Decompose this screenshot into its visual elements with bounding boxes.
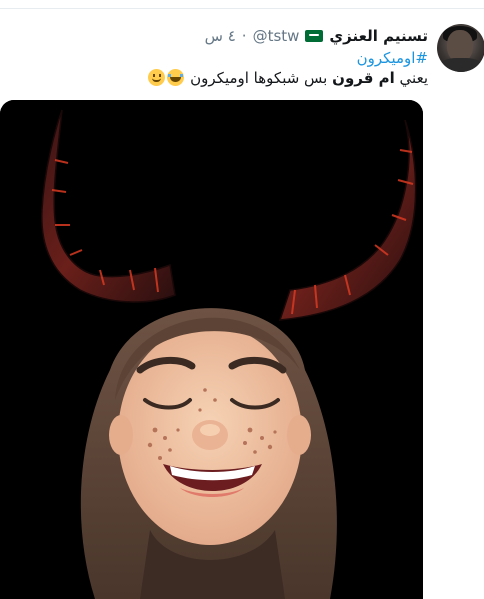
tweet-media-image[interactable] xyxy=(0,100,423,599)
tweet-text-suffix: بس شبكوها اوميكرون xyxy=(190,69,333,87)
user-handle[interactable]: @tstw xyxy=(253,26,300,46)
timestamp[interactable]: ٤ س xyxy=(205,26,236,46)
tweet-text: يعني ام قرون بس شبكوها اوميكرون xyxy=(147,67,428,89)
face-with-tears-of-joy-icon xyxy=(167,69,185,86)
tweet-text-prefix: يعني xyxy=(394,69,428,87)
display-name[interactable]: تسنيم العنزي xyxy=(329,26,428,46)
memoji-with-horns-image xyxy=(0,100,423,599)
avatar[interactable] xyxy=(437,24,484,72)
tweet-header: تسنيم العنزي @tstw · ٤ س xyxy=(205,26,428,46)
tweet-text-bold: ام قرون xyxy=(332,69,395,87)
top-divider xyxy=(0,8,484,9)
hashtag-link[interactable]: #اوميكرون xyxy=(357,48,428,68)
slightly-smiling-face-icon xyxy=(148,69,166,86)
saudi-flag-icon xyxy=(305,30,324,42)
separator-dot: · xyxy=(241,27,247,45)
